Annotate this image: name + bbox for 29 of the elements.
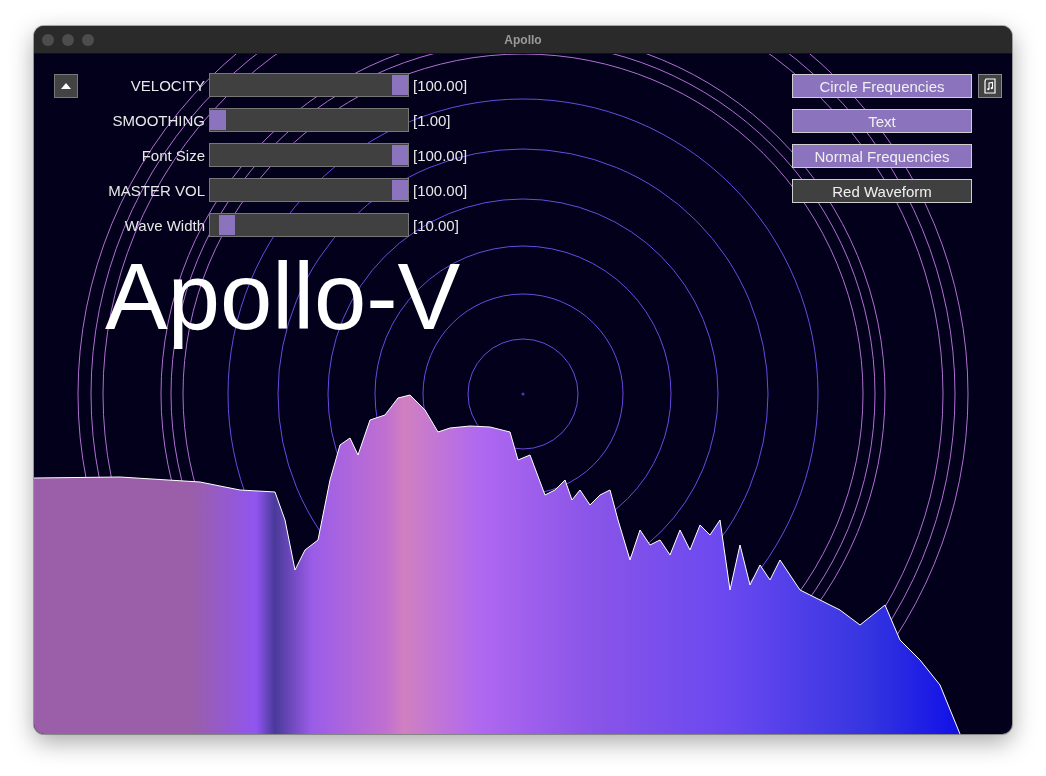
slider-track[interactable] xyxy=(209,213,409,237)
slider-value: [100.00] xyxy=(413,146,468,164)
slider-label: Wave Width xyxy=(123,216,206,234)
close-button[interactable] xyxy=(42,34,54,46)
window-title: Apollo xyxy=(504,32,542,47)
slider-label: VELOCITY xyxy=(129,76,206,94)
slider-thumb[interactable] xyxy=(392,145,408,165)
slider-value: [1.00] xyxy=(413,111,451,129)
slider-thumb[interactable] xyxy=(219,215,236,235)
collapse-button[interactable] xyxy=(54,74,78,98)
zoom-button[interactable] xyxy=(82,34,94,46)
minimize-button[interactable] xyxy=(62,34,74,46)
toggle-button[interactable]: Red Waveform xyxy=(792,179,972,203)
slider-value: [100.00] xyxy=(413,76,468,94)
slider-track[interactable] xyxy=(209,108,409,132)
toggle-button[interactable]: Normal Frequencies xyxy=(792,144,972,168)
slider-value: [100.00] xyxy=(413,181,468,199)
slider-track[interactable] xyxy=(209,178,409,202)
music-file-button[interactable] xyxy=(978,74,1002,98)
slider-thumb[interactable] xyxy=(210,110,226,130)
slider-track[interactable] xyxy=(209,73,409,97)
slider-thumb[interactable] xyxy=(392,180,408,200)
music-file-icon xyxy=(983,78,997,94)
slider-thumb[interactable] xyxy=(392,75,408,95)
triangle-up-icon xyxy=(60,82,72,90)
slider-track[interactable] xyxy=(209,143,409,167)
slider-label: Font Size xyxy=(140,146,206,164)
toggle-button[interactable]: Text xyxy=(792,109,972,133)
toggle-button[interactable]: Circle Frequencies xyxy=(792,74,972,98)
